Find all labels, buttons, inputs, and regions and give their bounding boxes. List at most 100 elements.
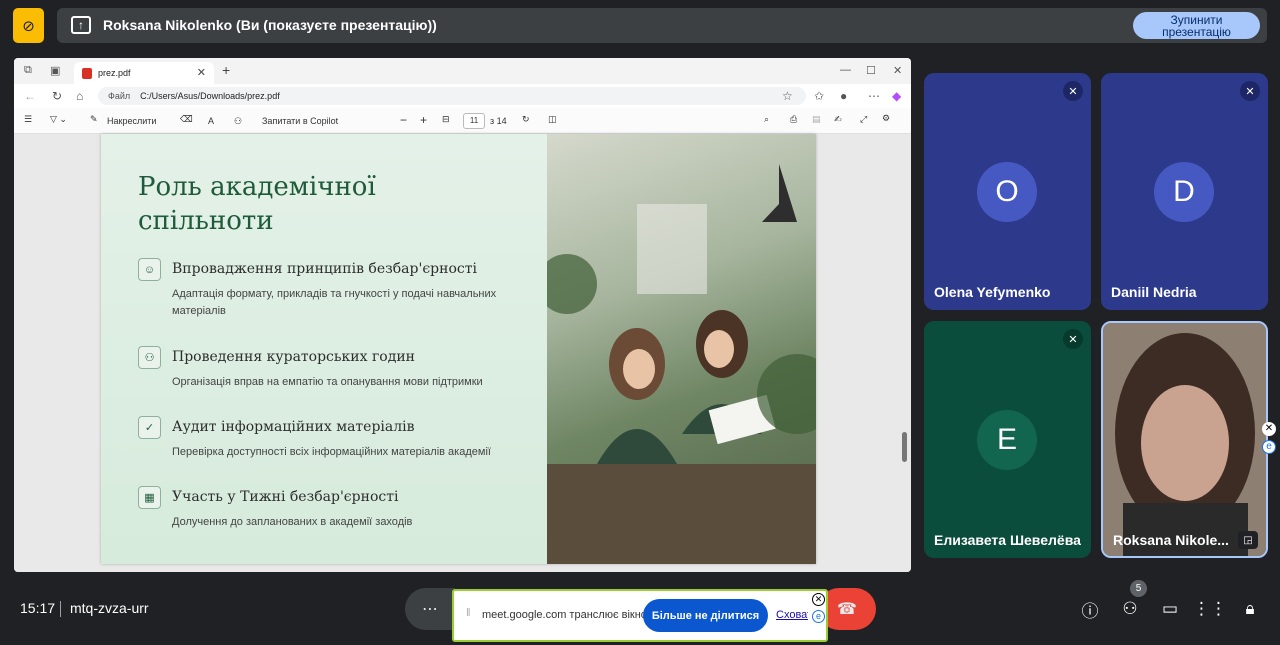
drag-handle-icon[interactable]: ‖: [466, 607, 471, 619]
more-options-icon: ⋯: [422, 601, 438, 618]
item-description: Долучення до запланованих в академії зах…: [172, 516, 413, 528]
highlight-icon[interactable]: ▽ ⌄: [50, 114, 67, 125]
screen-share-notification: ‖ meet.google.com транслює вікно. Більше…: [452, 589, 828, 642]
participant-name: Olena Yefymenko: [934, 284, 1051, 300]
maximize-icon[interactable]: ☐: [866, 64, 876, 77]
tab-actions-icon[interactable]: ▣: [50, 64, 60, 77]
pdf-file-icon: [82, 67, 92, 79]
people-icon[interactable]: ⚇: [1118, 597, 1142, 621]
more-menu-icon[interactable]: ⋯: [868, 89, 880, 103]
workspaces-icon[interactable]: ⧉: [24, 64, 32, 77]
scrollbar-thumb[interactable]: [902, 432, 907, 462]
hide-link[interactable]: Сховати: [776, 609, 808, 621]
draw-icon[interactable]: ✎: [90, 114, 98, 125]
favorites-icon[interactable]: ✩: [814, 89, 824, 103]
browser-window: ⧉ ▣ prez.pdf ✕ + — ☐ ✕ ← ↻ ⌂ Файл C:/Use…: [14, 58, 911, 572]
rotate-icon[interactable]: ↻: [522, 114, 530, 125]
save-as-icon[interactable]: ✍: [834, 114, 842, 125]
new-tab-icon[interactable]: +: [222, 62, 230, 78]
tab-title: prez.pdf: [98, 68, 131, 78]
url-field[interactable]: Файл C:/Users/Asus/Downloads/prez.pdf: [98, 87, 806, 105]
page-number-input[interactable]: 11: [463, 113, 485, 129]
participant-avatar: D: [1154, 162, 1214, 222]
zoom-in-icon[interactable]: +: [420, 113, 427, 127]
draw-button[interactable]: Накреслити: [107, 116, 156, 126]
participant-name: Елизавета Шевелёва: [934, 532, 1081, 548]
stop-presenting-button[interactable]: Зупинити презентацію: [1133, 12, 1260, 39]
group-icon: ⚇: [138, 346, 161, 369]
person-presentation-icon: ☺: [138, 258, 161, 281]
pdf-toolbar: ☰ ▽ ⌄ ✎ Накреслити ⌫ A ⚇ Запитати в Copi…: [14, 108, 911, 134]
pin-tile-icon[interactable]: ◲: [1238, 531, 1258, 549]
item-heading: Впровадження принципів безбар'єрності: [172, 261, 477, 277]
meeting-info-icon[interactable]: ⓘ: [1078, 597, 1102, 621]
profile-icon[interactable]: ●: [840, 89, 847, 103]
divider: [60, 601, 61, 617]
mic-muted-icon: ✕: [1063, 81, 1083, 101]
slide-title: Роль академічної спільноти: [138, 172, 376, 236]
slide-page: Роль академічної спільноти ☺ Впровадженн…: [101, 134, 816, 564]
search-icon[interactable]: ⌕: [764, 114, 769, 125]
participant-tile[interactable]: ✕ D Daniil Nedria: [1101, 73, 1268, 310]
favorite-star-icon[interactable]: ☆: [782, 89, 793, 103]
participant-avatar: E: [977, 410, 1037, 470]
participant-name: Daniil Nedria: [1111, 284, 1197, 300]
participant-tile[interactable]: ✕ E Елизавета Шевелёва: [924, 321, 1091, 558]
checkbox-icon: ✓: [138, 416, 161, 439]
photo-illustration: [537, 164, 816, 564]
mic-muted-icon: ✕: [1063, 329, 1083, 349]
item-heading: Участь у Тижні безбар'єрності: [172, 489, 399, 505]
url-info-label: Файл: [108, 91, 131, 101]
fullscreen-icon[interactable]: ⤢: [860, 114, 867, 125]
meeting-time: 15:17: [20, 600, 56, 616]
read-aloud-icon[interactable]: ⚇: [234, 116, 242, 127]
share-status-text: meet.google.com транслює вікно.: [482, 609, 650, 621]
settings-icon[interactable]: ⚙: [882, 113, 890, 124]
page-count: з 14: [490, 116, 507, 126]
close-window-icon[interactable]: ✕: [893, 64, 902, 77]
tab-bar: ⧉ ▣ prez.pdf ✕ + — ☐ ✕: [14, 58, 911, 84]
extension-close-icon[interactable]: ✕: [1262, 422, 1276, 436]
browser-tab[interactable]: prez.pdf ✕: [74, 62, 214, 84]
item-description: Перевірка доступності всіх інформаційних…: [172, 446, 491, 458]
meeting-code: mtq-zvza-urr: [70, 600, 149, 616]
home-icon[interactable]: ⌂: [76, 89, 83, 103]
extension-e-icon[interactable]: e: [1262, 440, 1276, 454]
back-icon[interactable]: ←: [24, 89, 36, 103]
print-icon[interactable]: ⎙: [790, 114, 797, 125]
mic-muted-icon: ✕: [1240, 81, 1260, 101]
text-icon[interactable]: A: [208, 116, 214, 126]
item-description: Організація вправ на емпатію та опануван…: [172, 376, 483, 388]
participant-name: Roksana Nikole...: [1113, 532, 1229, 548]
url-text: C:/Users/Asus/Downloads/prez.pdf: [140, 91, 280, 101]
close-tab-icon[interactable]: ✕: [197, 66, 206, 79]
copilot-icon[interactable]: ◆: [892, 89, 901, 103]
zoom-out-icon[interactable]: −: [400, 113, 407, 127]
screen-share-off-icon: ⊘: [22, 17, 35, 35]
more-options-button[interactable]: ⋯: [405, 588, 455, 630]
activities-icon[interactable]: ⋮⋮: [1193, 597, 1227, 621]
self-video-feed: [1103, 323, 1266, 556]
notification-e-icon[interactable]: e: [812, 610, 825, 623]
stop-sharing-button[interactable]: Більше не ділитися: [643, 599, 768, 632]
participant-tile[interactable]: ✕ O Olena Yefymenko: [924, 73, 1091, 310]
refresh-icon[interactable]: ↻: [52, 89, 62, 103]
presentation-status-icon[interactable]: ⊘: [13, 8, 44, 43]
pdf-viewer[interactable]: Роль академічної спільноти ☺ Впровадженн…: [14, 134, 911, 572]
eraser-icon[interactable]: ⌫: [180, 114, 193, 125]
ask-copilot-button[interactable]: Запитати в Copilot: [262, 116, 338, 126]
host-controls-icon[interactable]: 🔒︎: [1238, 597, 1262, 621]
item-heading: Проведення кураторських годин: [172, 349, 415, 365]
participant-avatar: O: [977, 162, 1037, 222]
fit-page-icon[interactable]: ⊟: [442, 114, 450, 125]
presentation-banner: ↑ Roksana Nikolenko (Ви (показуєте презе…: [57, 8, 1267, 43]
notification-close-icon[interactable]: ✕: [812, 593, 825, 606]
minimize-icon[interactable]: —: [840, 64, 851, 76]
participant-tile-self[interactable]: Roksana Nikole... ◲: [1101, 321, 1268, 558]
chat-icon[interactable]: ▭: [1158, 597, 1182, 621]
save-icon[interactable]: ▤: [812, 114, 821, 125]
page-view-icon[interactable]: ◫: [548, 114, 557, 125]
item-heading: Аудит інформаційних матеріалів: [172, 419, 415, 435]
present-screen-icon: ↑: [71, 16, 91, 34]
contents-icon[interactable]: ☰: [24, 114, 32, 125]
